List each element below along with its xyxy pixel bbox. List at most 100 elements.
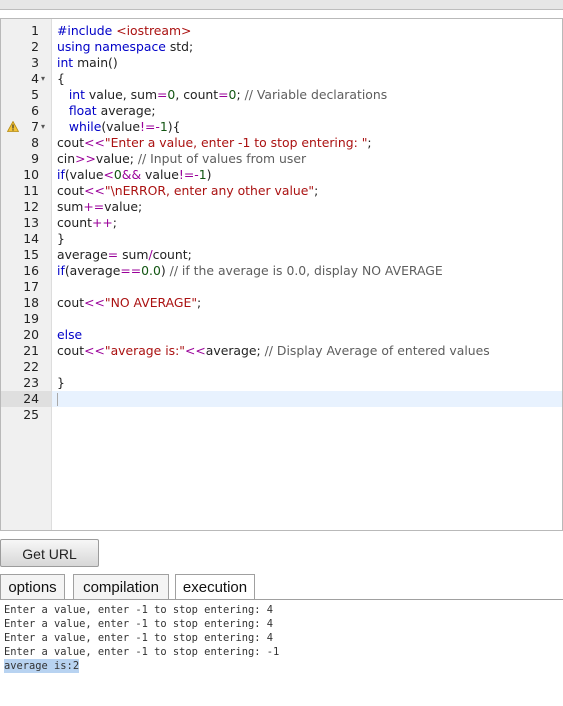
- code-area[interactable]: #include <iostream> using namespace std; i…: [52, 19, 562, 530]
- code-line[interactable]: sum+=value;: [52, 199, 562, 215]
- code-line-text: sum+=value;: [57, 199, 143, 214]
- tab-options[interactable]: options: [0, 574, 65, 599]
- code-line[interactable]: cin>>value; // Input of values from user: [52, 151, 562, 167]
- code-line[interactable]: {: [52, 71, 562, 87]
- output-line: average is:2: [4, 659, 80, 673]
- text-cursor: [57, 393, 58, 406]
- code-line-text: {: [57, 71, 65, 86]
- code-line[interactable]: [52, 407, 562, 423]
- get-url-button[interactable]: Get URL: [0, 539, 99, 567]
- code-line[interactable]: cout<<"average is:"<<average; // Display…: [52, 343, 562, 359]
- line-number-text: 10: [23, 167, 39, 182]
- line-number-text: 6: [31, 103, 39, 118]
- line-number-text: 15: [23, 247, 39, 262]
- code-line-text: if(average==0.0) // if the average is 0.…: [57, 263, 443, 278]
- fold-arrow-icon[interactable]: ▾: [41, 119, 45, 135]
- line-number: 18: [1, 295, 51, 311]
- line-number-text: 16: [23, 263, 39, 278]
- line-number: 16: [1, 263, 51, 279]
- code-line[interactable]: int main(): [52, 55, 562, 71]
- code-line-text: cout<<"average is:"<<average; // Display…: [57, 343, 490, 358]
- code-line[interactable]: }: [52, 231, 562, 247]
- code-line-text: if(value<0&& value!=-1): [57, 167, 212, 182]
- line-number-gutter: 1 2 3 4 ▾ 5 6 7 ▾ 8 9 10 11 12 13 14 15 16 17 18 19 20 21 22 23 2…: [1, 19, 52, 530]
- line-number-text: 22: [23, 359, 39, 374]
- code-line-text: }: [57, 231, 65, 246]
- line-number-text: 25: [23, 407, 39, 422]
- line-number-text: 12: [23, 199, 39, 214]
- code-line-text: using namespace std;: [57, 39, 194, 54]
- line-number: 14: [1, 231, 51, 247]
- line-number-text: 1: [31, 23, 39, 38]
- line-number: 19: [1, 311, 51, 327]
- tab-compilation[interactable]: compilation: [73, 574, 169, 599]
- code-line[interactable]: while(value!=-1){: [52, 119, 562, 135]
- line-number-text: 8: [31, 135, 39, 150]
- code-line[interactable]: }: [52, 375, 562, 391]
- line-number: 9: [1, 151, 51, 167]
- line-number-text: 13: [23, 215, 39, 230]
- code-line-text: int value, sum=0, count=0; // Variable d…: [68, 87, 388, 102]
- code-line[interactable]: count++;: [52, 215, 562, 231]
- code-line-text: cout<<"Enter a value, enter -1 to stop e…: [57, 135, 372, 150]
- tab-execution[interactable]: execution: [175, 574, 255, 600]
- code-line[interactable]: if(value<0&& value!=-1): [52, 167, 562, 183]
- line-number: 3: [1, 55, 51, 71]
- line-number: 20: [1, 327, 51, 343]
- code-line-text: cin>>value; // Input of values from user: [57, 151, 307, 166]
- code-line[interactable]: [52, 359, 562, 375]
- code-line-text: while(value!=-1){: [68, 119, 181, 134]
- code-line-text: }: [57, 375, 65, 390]
- code-line[interactable]: cout<<"Enter a value, enter -1 to stop e…: [52, 135, 562, 151]
- code-line[interactable]: else: [52, 327, 562, 343]
- line-number: 6: [1, 103, 51, 119]
- line-number-text: 18: [23, 295, 39, 310]
- line-number: 15: [1, 247, 51, 263]
- line-number: 2: [1, 39, 51, 55]
- line-number: 12: [1, 199, 51, 215]
- line-number-text: 5: [31, 87, 39, 102]
- output-line: Enter a value, enter -1 to stop entering…: [4, 618, 273, 630]
- line-number: 4 ▾: [1, 71, 51, 87]
- code-line-text: int main(): [57, 55, 118, 70]
- line-number: 10: [1, 167, 51, 183]
- code-line[interactable]: int value, sum=0, count=0; // Variable d…: [52, 87, 562, 103]
- line-number: 23: [1, 375, 51, 391]
- code-line[interactable]: cout<<"NO AVERAGE";: [52, 295, 562, 311]
- code-line-text: average= sum/count;: [57, 247, 192, 262]
- fold-arrow-icon[interactable]: ▾: [41, 71, 45, 87]
- line-number: 22: [1, 359, 51, 375]
- line-number: 8: [1, 135, 51, 151]
- code-line-text: count++;: [57, 215, 117, 230]
- line-number: 1: [1, 23, 51, 39]
- line-number: 24: [1, 391, 51, 407]
- line-number-text: 20: [23, 327, 39, 342]
- line-number: 17: [1, 279, 51, 295]
- line-number: 11: [1, 183, 51, 199]
- code-line[interactable]: using namespace std;: [52, 39, 562, 55]
- top-toolbar-strip: [0, 0, 563, 10]
- code-line[interactable]: float average;: [52, 103, 562, 119]
- code-line[interactable]: [52, 279, 562, 295]
- code-line-text: else: [57, 327, 83, 342]
- line-number-text: 23: [23, 375, 39, 390]
- code-line[interactable]: [52, 391, 562, 407]
- line-number-text: 11: [23, 183, 39, 198]
- line-number-text: 14: [23, 231, 39, 246]
- line-number: 5: [1, 87, 51, 103]
- line-number-text: 17: [23, 279, 39, 294]
- code-line[interactable]: average= sum/count;: [52, 247, 562, 263]
- code-line[interactable]: #include <iostream>: [52, 23, 562, 39]
- output-line: Enter a value, enter -1 to stop entering…: [4, 604, 273, 616]
- code-line-text: cout<<"NO AVERAGE";: [57, 295, 202, 310]
- code-line[interactable]: if(average==0.0) // if the average is 0.…: [52, 263, 562, 279]
- output-line: Enter a value, enter -1 to stop entering…: [4, 632, 273, 644]
- code-line[interactable]: [52, 311, 562, 327]
- line-number: 21: [1, 343, 51, 359]
- code-line[interactable]: cout<<"\nERROR, enter any other value";: [52, 183, 562, 199]
- line-number-text: 9: [31, 151, 39, 166]
- line-number-text: 2: [31, 39, 39, 54]
- warning-icon[interactable]: [7, 121, 19, 132]
- code-editor[interactable]: 1 2 3 4 ▾ 5 6 7 ▾ 8 9 10 11 12 13 14 15 16 17 18 19 20 21 22 23 2…: [0, 18, 563, 531]
- line-number: 25: [1, 407, 51, 423]
